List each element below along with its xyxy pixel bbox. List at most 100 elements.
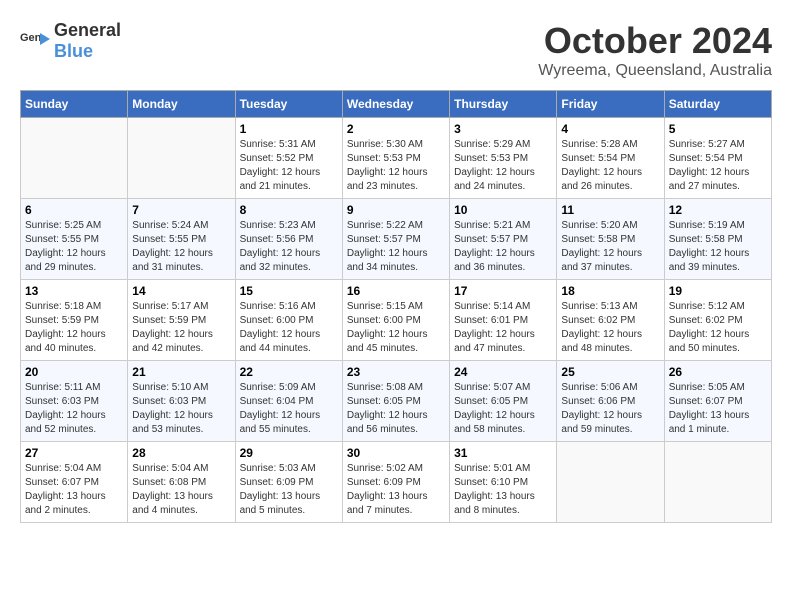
logo: Gen General Blue: [20, 20, 121, 62]
calendar-day-header: Wednesday: [342, 91, 449, 118]
calendar-cell: 25Sunrise: 5:06 AM Sunset: 6:06 PM Dayli…: [557, 361, 664, 442]
day-info: Sunrise: 5:31 AM Sunset: 5:52 PM Dayligh…: [240, 138, 338, 194]
calendar-day-header: Tuesday: [235, 91, 342, 118]
day-number: 31: [454, 446, 552, 460]
day-info: Sunrise: 5:23 AM Sunset: 5:56 PM Dayligh…: [240, 219, 338, 275]
calendar-cell: 17 Sunrise: 5:14 AM Sunset: 6:01 PM Dayli…: [450, 280, 557, 361]
calendar-cell: 14Sunrise: 5:17 AM Sunset: 5:59 PM Dayli…: [128, 280, 235, 361]
calendar-week-row: 13Sunrise: 5:18 AM Sunset: 5:59 PM Dayli…: [21, 280, 772, 361]
day-number: 15: [240, 284, 338, 298]
day-info: Sunrise: 5:10 AM Sunset: 6:03 PM Dayligh…: [132, 381, 230, 437]
day-number: 10: [454, 203, 552, 217]
calendar-cell: 20 Sunrise: 5:11 AM Sunset: 6:03 PM Dayli…: [21, 361, 128, 442]
calendar-day-header: Sunday: [21, 91, 128, 118]
calendar-cell: 2Sunrise: 5:30 AM Sunset: 5:53 PM Daylig…: [342, 118, 449, 199]
day-info: Sunrise: 5:17 AM Sunset: 5:59 PM Dayligh…: [132, 300, 230, 356]
logo-blue: Blue: [54, 41, 93, 61]
day-number: 27: [25, 446, 123, 460]
calendar-cell: 4 Sunrise: 5:28 AM Sunset: 5:54 PM Daylig…: [557, 118, 664, 199]
day-number: 12: [669, 203, 767, 217]
day-number: 19: [669, 284, 767, 298]
day-info: Sunrise: 5:27 AM Sunset: 5:54 PM Dayligh…: [669, 138, 767, 194]
day-info: Sunrise: 5:12 AM Sunset: 6:02 PM Dayligh…: [669, 300, 767, 356]
day-info: Sunrise: 5:07 AM Sunset: 6:05 PM Dayligh…: [454, 381, 552, 437]
calendar-cell: 22Sunrise: 5:09 AM Sunset: 6:04 PM Dayli…: [235, 361, 342, 442]
calendar-cell: 3 Sunrise: 5:29 AM Sunset: 5:53 PM Daylig…: [450, 118, 557, 199]
calendar-cell: 30 Sunrise: 5:02 AM Sunset: 6:09 PM Dayli…: [342, 442, 449, 523]
calendar-day-header: Friday: [557, 91, 664, 118]
calendar: SundayMondayTuesdayWednesdayThursdayFrid…: [20, 90, 772, 523]
svg-text:Gen: Gen: [20, 32, 42, 44]
logo-icon: Gen: [20, 29, 50, 53]
calendar-cell: [664, 442, 771, 523]
day-number: 21: [132, 365, 230, 379]
day-number: 3: [454, 122, 552, 136]
day-info: Sunrise: 5:11 AM Sunset: 6:03 PM Dayligh…: [25, 381, 123, 437]
calendar-cell: 29 Sunrise: 5:03 AM Sunset: 6:09 PM Dayli…: [235, 442, 342, 523]
calendar-cell: 15 Sunrise: 5:16 AM Sunset: 6:00 PM Dayli…: [235, 280, 342, 361]
calendar-cell: 26Sunrise: 5:05 AM Sunset: 6:07 PM Dayli…: [664, 361, 771, 442]
day-number: 18: [561, 284, 659, 298]
calendar-cell: 1 Sunrise: 5:31 AM Sunset: 5:52 PM Daylig…: [235, 118, 342, 199]
location-title: Wyreema, Queensland, Australia: [538, 62, 772, 80]
calendar-week-row: 27 Sunrise: 5:04 AM Sunset: 6:07 PM Dayli…: [21, 442, 772, 523]
day-info: Sunrise: 5:08 AM Sunset: 6:05 PM Dayligh…: [347, 381, 445, 437]
day-number: 11: [561, 203, 659, 217]
calendar-cell: 27 Sunrise: 5:04 AM Sunset: 6:07 PM Dayli…: [21, 442, 128, 523]
day-number: 8: [240, 203, 338, 217]
day-info: Sunrise: 5:28 AM Sunset: 5:54 PM Dayligh…: [561, 138, 659, 194]
calendar-week-row: 20 Sunrise: 5:11 AM Sunset: 6:03 PM Dayli…: [21, 361, 772, 442]
day-info: Sunrise: 5:22 AM Sunset: 5:57 PM Dayligh…: [347, 219, 445, 275]
day-number: 5: [669, 122, 767, 136]
day-number: 29: [240, 446, 338, 460]
day-info: Sunrise: 5:15 AM Sunset: 6:00 PM Dayligh…: [347, 300, 445, 356]
day-number: 4: [561, 122, 659, 136]
calendar-cell: 19 Sunrise: 5:12 AM Sunset: 6:02 PM Dayli…: [664, 280, 771, 361]
day-info: Sunrise: 5:30 AM Sunset: 5:53 PM Dayligh…: [347, 138, 445, 194]
calendar-cell: [21, 118, 128, 199]
calendar-cell: 5 Sunrise: 5:27 AM Sunset: 5:54 PM Daylig…: [664, 118, 771, 199]
calendar-cell: 28Sunrise: 5:04 AM Sunset: 6:08 PM Dayli…: [128, 442, 235, 523]
calendar-cell: 11 Sunrise: 5:20 AM Sunset: 5:58 PM Dayli…: [557, 199, 664, 280]
day-number: 17: [454, 284, 552, 298]
day-number: 23: [347, 365, 445, 379]
day-info: Sunrise: 5:13 AM Sunset: 6:02 PM Dayligh…: [561, 300, 659, 356]
day-number: 1: [240, 122, 338, 136]
day-info: Sunrise: 5:06 AM Sunset: 6:06 PM Dayligh…: [561, 381, 659, 437]
calendar-cell: 21 Sunrise: 5:10 AM Sunset: 6:03 PM Dayli…: [128, 361, 235, 442]
day-number: 30: [347, 446, 445, 460]
day-number: 24: [454, 365, 552, 379]
day-number: 13: [25, 284, 123, 298]
calendar-cell: [128, 118, 235, 199]
day-number: 20: [25, 365, 123, 379]
calendar-header-row: SundayMondayTuesdayWednesdayThursdayFrid…: [21, 91, 772, 118]
month-title: October 2024: [538, 20, 772, 62]
day-info: Sunrise: 5:14 AM Sunset: 6:01 PM Dayligh…: [454, 300, 552, 356]
day-number: 9: [347, 203, 445, 217]
calendar-cell: 31 Sunrise: 5:01 AM Sunset: 6:10 PM Dayli…: [450, 442, 557, 523]
day-info: Sunrise: 5:24 AM Sunset: 5:55 PM Dayligh…: [132, 219, 230, 275]
day-number: 7: [132, 203, 230, 217]
day-info: Sunrise: 5:02 AM Sunset: 6:09 PM Dayligh…: [347, 462, 445, 518]
day-info: Sunrise: 5:29 AM Sunset: 5:53 PM Dayligh…: [454, 138, 552, 194]
calendar-cell: 10Sunrise: 5:21 AM Sunset: 5:57 PM Dayli…: [450, 199, 557, 280]
calendar-day-header: Thursday: [450, 91, 557, 118]
day-info: Sunrise: 5:04 AM Sunset: 6:07 PM Dayligh…: [25, 462, 123, 518]
calendar-day-header: Saturday: [664, 91, 771, 118]
day-info: Sunrise: 5:20 AM Sunset: 5:58 PM Dayligh…: [561, 219, 659, 275]
day-number: 16: [347, 284, 445, 298]
calendar-day-header: Monday: [128, 91, 235, 118]
day-info: Sunrise: 5:05 AM Sunset: 6:07 PM Dayligh…: [669, 381, 767, 437]
day-info: Sunrise: 5:03 AM Sunset: 6:09 PM Dayligh…: [240, 462, 338, 518]
calendar-cell: 8 Sunrise: 5:23 AM Sunset: 5:56 PM Daylig…: [235, 199, 342, 280]
calendar-week-row: 6Sunrise: 5:25 AM Sunset: 5:55 PM Daylig…: [21, 199, 772, 280]
day-info: Sunrise: 5:19 AM Sunset: 5:58 PM Dayligh…: [669, 219, 767, 275]
title-area: October 2024 Wyreema, Queensland, Austra…: [538, 20, 772, 80]
day-info: Sunrise: 5:16 AM Sunset: 6:00 PM Dayligh…: [240, 300, 338, 356]
calendar-cell: [557, 442, 664, 523]
day-info: Sunrise: 5:04 AM Sunset: 6:08 PM Dayligh…: [132, 462, 230, 518]
day-info: Sunrise: 5:25 AM Sunset: 5:55 PM Dayligh…: [25, 219, 123, 275]
calendar-cell: 18 Sunrise: 5:13 AM Sunset: 6:02 PM Dayli…: [557, 280, 664, 361]
logo-general: General: [54, 20, 121, 40]
day-info: Sunrise: 5:01 AM Sunset: 6:10 PM Dayligh…: [454, 462, 552, 518]
